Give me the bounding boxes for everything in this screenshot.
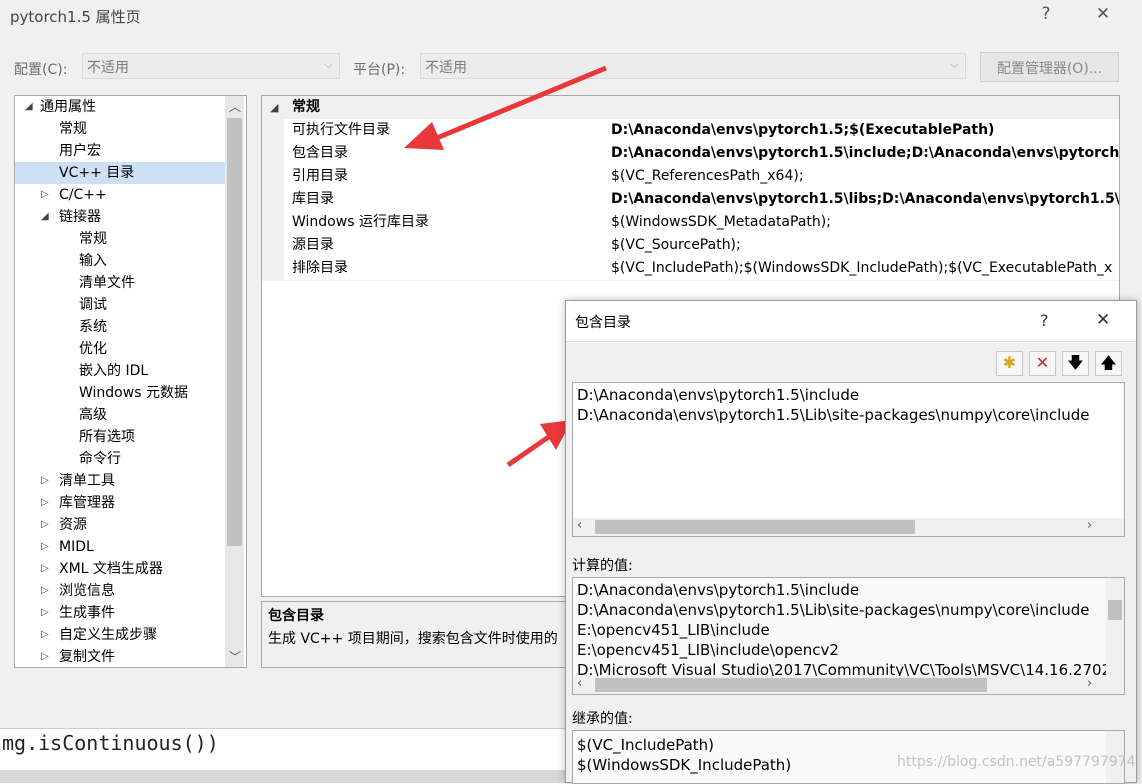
evaluated-vscrollbar[interactable]: [1106, 578, 1124, 676]
include-entry[interactable]: D:\Anaconda\envs\pytorch1.5\Lib\site-pac…: [577, 406, 1090, 424]
new-folder-button[interactable]: ✱: [996, 351, 1023, 376]
delete-button[interactable]: ✕: [1029, 351, 1056, 376]
evaluated-hscrollbar[interactable]: ‹ ›: [573, 676, 1124, 694]
delete-icon: ✕: [1035, 353, 1050, 372]
watermark: https://blog.csdn.net/a597797974: [897, 754, 1136, 770]
move-down-icon: 🡇: [1067, 353, 1084, 372]
evaluated-vscroll-thumb[interactable]: [1108, 600, 1122, 620]
arrow-to-include-dirs: [404, 65, 607, 150]
dialog-titlebar: 包含目录 ? ✕: [566, 301, 1136, 342]
entries-hscrollbar[interactable]: ‹ ›: [573, 518, 1124, 536]
new-folder-icon: ✱: [1002, 353, 1017, 372]
scroll-left-icon[interactable]: ‹: [577, 676, 582, 691]
entries-hscroll-thumb[interactable]: [595, 520, 915, 534]
evaluated-entry: E:\opencv451_LIB\include\opencv2: [577, 641, 839, 659]
include-entries-list[interactable]: D:\Anaconda\envs\pytorch1.5\include D:\An…: [572, 382, 1125, 537]
dialog-help-button[interactable]: ?: [1040, 311, 1049, 330]
inherited-entry: $(VC_IncludePath): [577, 736, 715, 754]
scroll-right-icon[interactable]: ›: [1087, 518, 1092, 533]
dialog-close-button[interactable]: ✕: [1096, 310, 1110, 330]
scroll-right-icon[interactable]: ›: [1087, 676, 1092, 691]
evaluated-entry: E:\opencv451_LIB\include: [577, 621, 770, 639]
evaluated-entry: D:\Anaconda\envs\pytorch1.5\Lib\site-pac…: [577, 601, 1090, 619]
arrow-to-include-list: [506, 420, 572, 468]
evaluated-label: 计算的值:: [572, 558, 633, 574]
inherited-entry: $(WindowsSDK_IncludePath): [577, 756, 792, 774]
evaluated-hscroll-thumb[interactable]: [595, 678, 987, 692]
move-down-button[interactable]: 🡇: [1062, 351, 1089, 376]
include-entry[interactable]: D:\Anaconda\envs\pytorch1.5\include: [577, 386, 859, 404]
evaluated-values-list: D:\Anaconda\envs\pytorch1.5\include D:\An…: [572, 577, 1125, 695]
scroll-left-icon[interactable]: ‹: [577, 518, 582, 533]
include-dirs-dialog: 包含目录 ? ✕ ✱ ✕ 🡇 🡅 D:\Anaconda\envs\pytorc…: [565, 300, 1137, 784]
move-up-icon: 🡅: [1100, 353, 1117, 372]
dialog-title: 包含目录: [575, 315, 631, 331]
evaluated-entry: D:\Anaconda\envs\pytorch1.5\include: [577, 581, 860, 599]
move-up-button[interactable]: 🡅: [1095, 351, 1122, 376]
inherited-label: 继承的值:: [572, 711, 633, 727]
